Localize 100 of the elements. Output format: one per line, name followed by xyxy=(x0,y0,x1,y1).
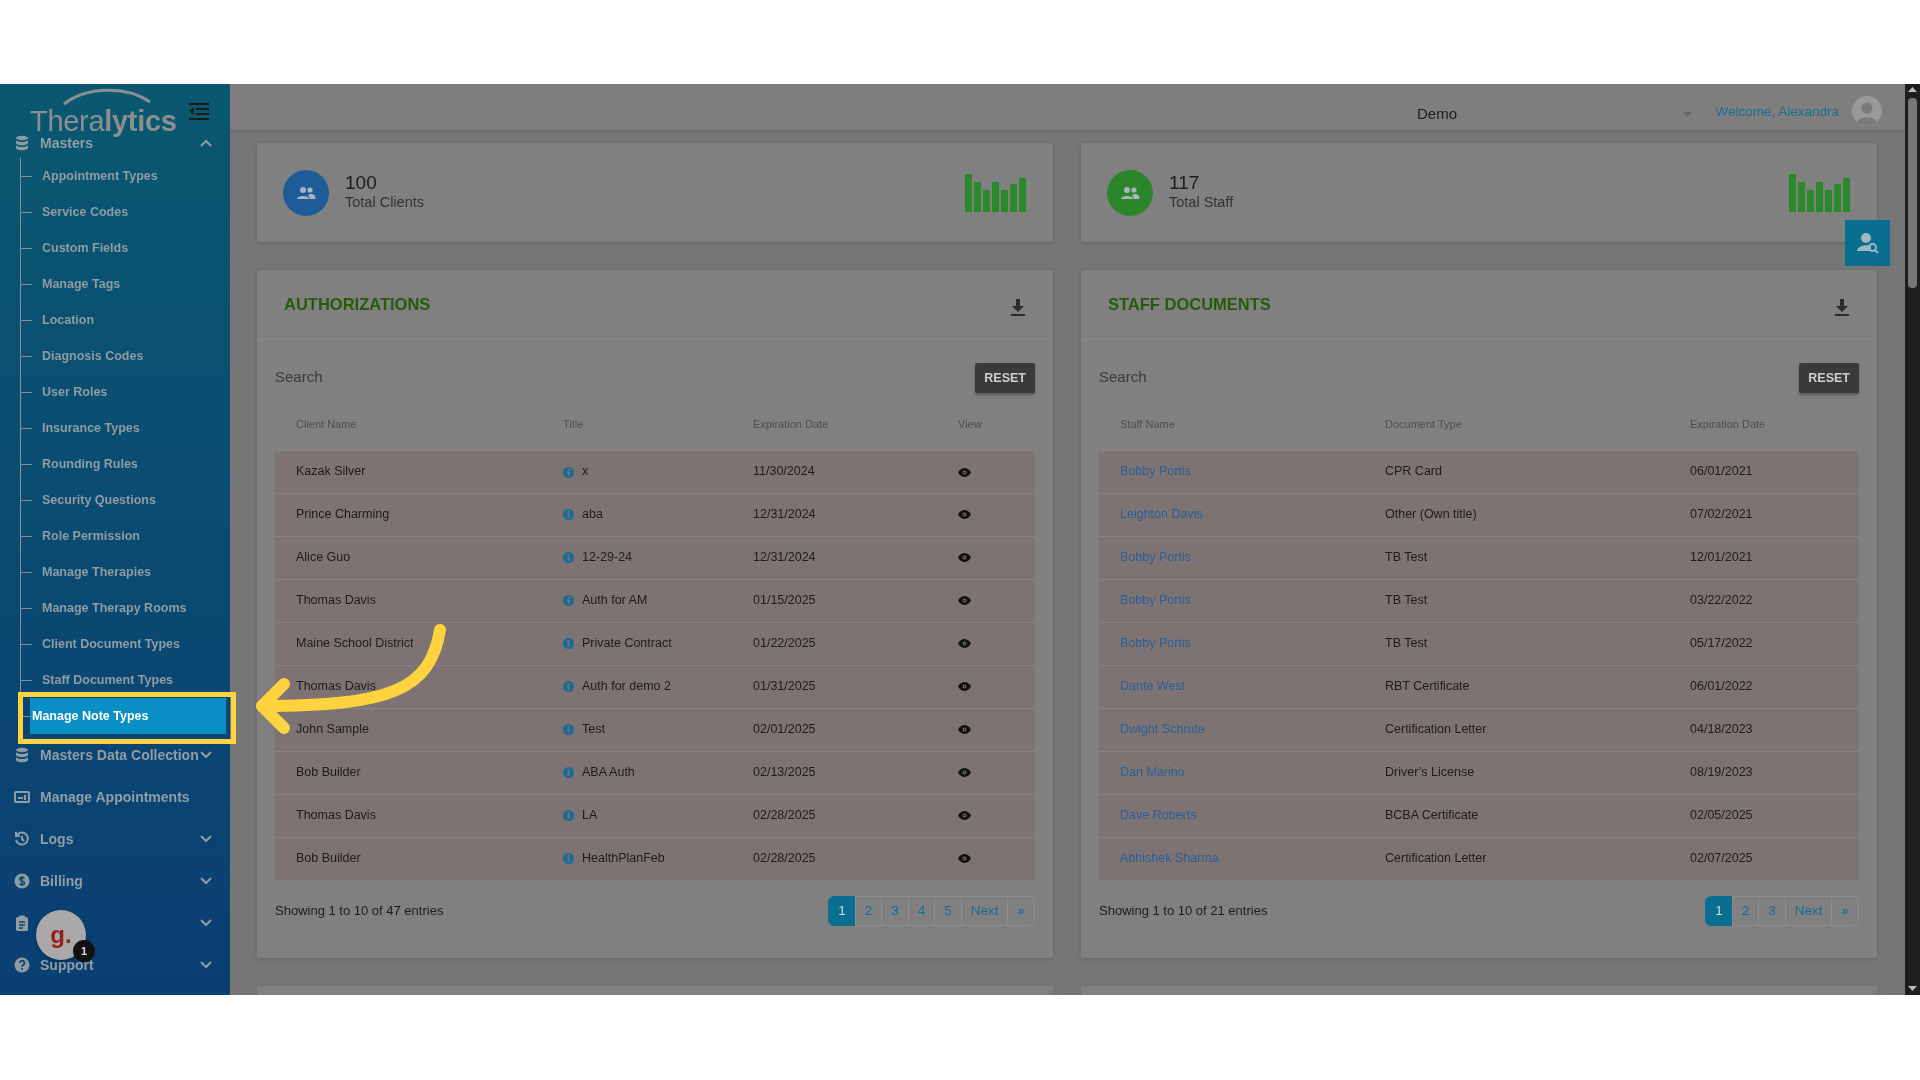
reset-button[interactable]: RESET xyxy=(975,362,1035,394)
table-cell: 07/02/2021 xyxy=(1669,493,1859,536)
bar-chart-icon xyxy=(1789,173,1851,212)
stat-value: 100 xyxy=(345,173,378,195)
submenu-item[interactable]: Insurance Types xyxy=(40,418,142,438)
table-cell: 12/31/2024 xyxy=(732,493,937,536)
menu-link[interactable]: Billing xyxy=(40,870,200,892)
table-cell: John Sample xyxy=(275,708,542,751)
entries-info: Showing 1 to 10 of 21 entries xyxy=(1099,901,1268,920)
view-icon[interactable] xyxy=(958,553,971,563)
page-link[interactable]: » xyxy=(1831,895,1859,926)
table-cell: LA xyxy=(582,808,598,823)
view-icon[interactable] xyxy=(958,682,971,692)
scrollbar[interactable] xyxy=(1905,84,1920,995)
page-link[interactable]: 2 xyxy=(1731,895,1760,926)
table-cell: 02/07/2025 xyxy=(1669,837,1859,880)
table-cell: Test xyxy=(582,722,605,737)
chevron-down-icon[interactable] xyxy=(200,961,212,969)
table-cell: aba xyxy=(582,507,603,522)
submenu-item[interactable]: Staff Document Types xyxy=(40,670,176,690)
page-link[interactable]: 1 xyxy=(1705,895,1733,926)
chevron-up-icon[interactable] xyxy=(200,139,212,147)
table-cell: Auth for AM xyxy=(582,593,648,608)
table-cell: Certification Letter xyxy=(1364,837,1669,880)
submenu-item[interactable]: Rounding Rules xyxy=(40,454,140,474)
submenu-item[interactable]: Service Codes xyxy=(40,202,131,222)
table-cell: 02/13/2025 xyxy=(732,751,937,794)
table-cell: 11/30/2024 xyxy=(732,450,937,493)
submenu-item[interactable]: User Roles xyxy=(40,382,110,402)
table-cell: 04/18/2023 xyxy=(1669,708,1859,751)
database-icon xyxy=(14,747,30,763)
chevron-down-icon[interactable] xyxy=(200,877,212,885)
page-link[interactable]: » xyxy=(1007,895,1035,926)
page-link[interactable]: Next xyxy=(960,895,1009,926)
table-cell: x xyxy=(582,464,589,479)
submenu-item[interactable]: Manage Therapy Rooms xyxy=(40,598,189,618)
submenu-item[interactable]: Role Permission xyxy=(40,526,142,546)
page-link[interactable]: 5 xyxy=(934,895,962,926)
table-cell: 01/31/2025 xyxy=(732,665,937,708)
reset-button[interactable]: RESET xyxy=(1799,362,1859,394)
search-field[interactable]: Search xyxy=(1099,364,1699,392)
page-link[interactable]: 2 xyxy=(854,895,883,926)
table-cell: Kazak Silver xyxy=(275,450,542,493)
view-icon[interactable] xyxy=(958,854,971,864)
submenu-item[interactable]: Manage Note Types xyxy=(30,698,226,734)
chevron-down-icon[interactable] xyxy=(200,919,212,927)
view-icon[interactable] xyxy=(958,467,971,477)
stat-label: Total Clients xyxy=(345,194,424,212)
submenu-item[interactable]: Diagnosis Codes xyxy=(40,346,146,366)
table-cell: Alice Guo xyxy=(275,536,542,579)
table-cell: Auth for demo 2 xyxy=(582,679,671,694)
user-search-button[interactable] xyxy=(1845,220,1890,266)
card-icon xyxy=(14,789,30,805)
page-link[interactable]: Next xyxy=(1784,895,1833,926)
table-cell: 03/22/2022 xyxy=(1669,579,1859,622)
menu-link[interactable]: Logs xyxy=(40,828,200,850)
page-link[interactable]: 3 xyxy=(1758,895,1786,926)
view-icon[interactable] xyxy=(958,811,971,821)
table-cell: 02/28/2025 xyxy=(732,837,937,880)
submenu-item[interactable]: Location xyxy=(40,310,97,330)
table-cell: 01/22/2025 xyxy=(732,622,937,665)
submenu-item[interactable]: Client Document Types xyxy=(40,634,182,654)
submenu-item[interactable]: Security Questions xyxy=(40,490,158,510)
clipboard-icon xyxy=(14,915,30,931)
menu-link[interactable]: Masters Data Collection xyxy=(40,744,200,766)
page-link[interactable]: 4 xyxy=(907,895,936,926)
submenu-item[interactable]: Manage Therapies xyxy=(40,562,154,582)
menu-link[interactable]: Manage Appointments xyxy=(40,786,212,808)
view-icon[interactable] xyxy=(958,510,971,520)
panel-title: AUTHORIZATIONS xyxy=(284,294,431,316)
chevron-down-icon[interactable] xyxy=(200,751,212,759)
stat-label: Total Staff xyxy=(1169,194,1234,212)
table-cell: 12/01/2021 xyxy=(1669,536,1859,579)
user-search-icon[interactable] xyxy=(1856,232,1879,254)
panel-title: STAFF DOCUMENTS xyxy=(1108,294,1271,316)
table-cell: Prince Charming xyxy=(275,493,542,536)
table-cell: Bob Builder xyxy=(275,751,542,794)
table-cell: BCBA Certificate xyxy=(1364,794,1669,837)
view-icon[interactable] xyxy=(958,639,971,649)
database-icon xyxy=(14,135,30,151)
table-cell: 02/28/2025 xyxy=(732,794,937,837)
table-cell: Bob Builder xyxy=(275,837,542,880)
page-link[interactable]: 1 xyxy=(828,895,856,926)
table-cell: ABA Auth xyxy=(582,765,635,780)
page-link[interactable]: 3 xyxy=(881,895,909,926)
table-cell: Thomas Davis xyxy=(275,794,542,837)
table-cell: TB Test xyxy=(1364,536,1669,579)
view-icon[interactable] xyxy=(958,596,971,606)
view-icon[interactable] xyxy=(958,768,971,778)
table-cell: Certification Letter xyxy=(1364,708,1669,751)
table-cell: Maine School District xyxy=(275,622,542,665)
submenu-item[interactable]: Appointment Types xyxy=(40,166,160,186)
chevron-down-icon[interactable] xyxy=(200,835,212,843)
search-field[interactable]: Search xyxy=(275,364,875,392)
site-select[interactable]: Demo xyxy=(1398,102,1694,126)
submenu-item[interactable]: Custom Fields xyxy=(40,238,131,258)
submenu-item[interactable]: Manage Tags xyxy=(40,274,123,294)
view-icon[interactable] xyxy=(958,725,971,735)
stat-value: 117 xyxy=(1169,173,1201,195)
caret-icon xyxy=(1683,111,1692,117)
